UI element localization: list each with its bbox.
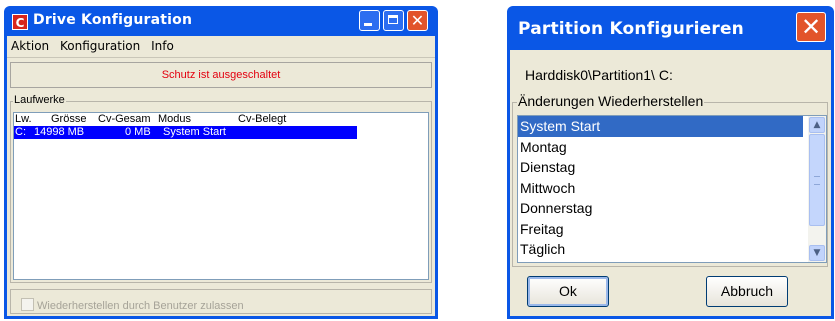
chevron-up-icon[interactable]: ▲ <box>809 117 825 133</box>
dialog-title-bar[interactable]: Partition Konfigurieren ✕ <box>510 6 831 50</box>
column-header-cv-gesam[interactable]: Cv-Gesam <box>98 113 151 125</box>
title-bar[interactable]: C Drive Konfiguration ✕ <box>7 6 435 36</box>
restore-options-list[interactable]: System Start Montag Dienstag Mittwoch Do… <box>517 115 827 263</box>
drives-group-label: Laufwerke <box>13 94 66 106</box>
user-restore-checkbox[interactable] <box>21 298 34 311</box>
column-header-cv-belegt[interactable]: Cv-Belegt <box>238 113 286 125</box>
cell-lw: C: <box>15 126 26 138</box>
list-item-freitag[interactable]: Freitag <box>518 219 803 240</box>
chevron-down-icon[interactable]: ▼ <box>809 245 825 261</box>
window-title: Drive Konfiguration <box>33 12 193 28</box>
cell-modus: System Start <box>163 126 226 138</box>
dialog-title: Partition Konfigurieren <box>518 19 744 39</box>
minimize-icon[interactable] <box>359 10 380 31</box>
list-item-dienstag[interactable]: Dienstag <box>518 157 803 178</box>
partition-path: Harddisk0\Partition1\ C: <box>525 67 673 83</box>
list-scrollbar[interactable]: ▲ ▼ <box>808 116 826 262</box>
column-header-groesse[interactable]: Grösse <box>51 113 86 125</box>
app-icon: C <box>12 14 28 30</box>
scrollbar-thumb[interactable] <box>809 134 825 226</box>
drives-group: Laufwerke Lw. Grösse Cv-Gesam Modus Cv-B… <box>10 94 432 283</box>
menu-bar: Aktion Konfiguration Info <box>7 36 435 58</box>
menu-info[interactable]: Info <box>147 36 177 53</box>
cell-cv-gesam: 0 MB <box>125 126 151 138</box>
user-restore-checkbox-row[interactable]: Wiederherstellen durch Benutzer zulassen <box>21 298 244 312</box>
user-restore-label: Wiederherstellen durch Benutzer zulassen <box>37 300 244 312</box>
maximize-icon[interactable] <box>383 10 404 31</box>
list-item-montag[interactable]: Montag <box>518 137 803 158</box>
drives-list[interactable]: Lw. Grösse Cv-Gesam Modus Cv-Belegt C: 1… <box>13 112 429 280</box>
menu-konfiguration[interactable]: Konfiguration <box>56 36 143 53</box>
list-header: Lw. Grösse Cv-Gesam Modus Cv-Belegt <box>14 113 428 126</box>
dialog-client-area: Harddisk0\Partition1\ C: Änderungen Wied… <box>510 50 831 316</box>
menu-aktion[interactable]: Aktion <box>7 36 52 53</box>
window-client-area: Aktion Konfiguration Info Schutz ist aus… <box>7 36 435 316</box>
ok-button[interactable]: Ok <box>527 276 609 307</box>
protection-status: Schutz ist ausgeschaltet <box>161 69 281 81</box>
drive-configuration-window: C Drive Konfiguration ✕ Aktion Konfigura… <box>4 6 438 319</box>
column-header-lw[interactable]: Lw. <box>15 113 32 125</box>
list-item-donnerstag[interactable]: Donnerstag <box>518 198 803 219</box>
restore-group-label: Änderungen Wiederherstellen <box>517 93 705 109</box>
list-item-mittwoch[interactable]: Mittwoch <box>518 178 803 199</box>
table-row[interactable]: C: 14998 MB 0 MB System Start <box>14 126 357 139</box>
restore-group: Änderungen Wiederherstellen System Start… <box>512 93 828 267</box>
close-icon[interactable]: ✕ <box>796 12 826 42</box>
list-item-taeglich[interactable]: Täglich <box>518 239 803 260</box>
list-item-system-start[interactable]: System Start <box>518 116 803 137</box>
status-panel: Schutz ist ausgeschaltet <box>10 62 432 88</box>
column-header-modus[interactable]: Modus <box>158 113 191 125</box>
partition-dialog: Partition Konfigurieren ✕ Harddisk0\Part… <box>507 6 834 319</box>
cancel-button[interactable]: Abbruch <box>706 276 788 307</box>
close-icon[interactable]: ✕ <box>407 10 428 31</box>
cell-groesse: 14998 MB <box>34 126 85 138</box>
